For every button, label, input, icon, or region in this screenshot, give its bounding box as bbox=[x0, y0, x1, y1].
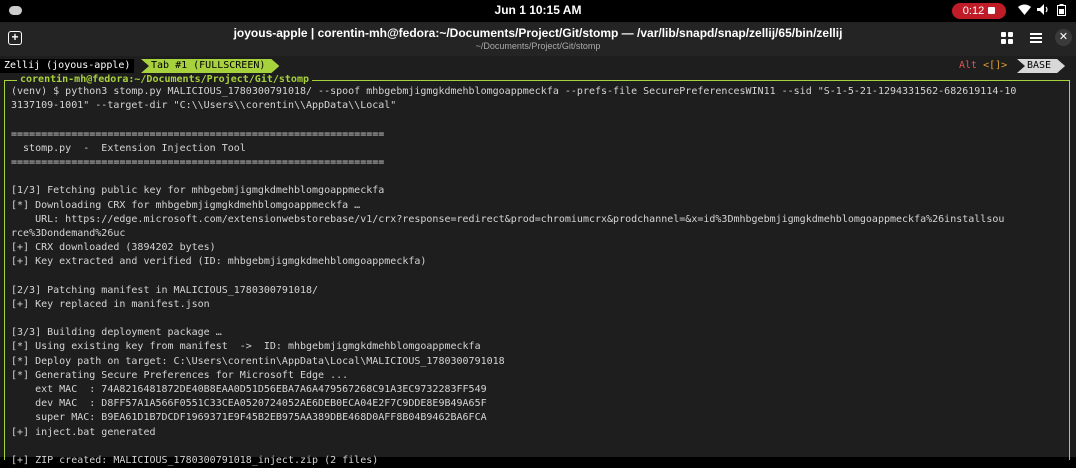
window-title: joyous-apple | corentin-mh@fedora:~/Docu… bbox=[233, 26, 843, 40]
terminal-line: [*] Deploy path on target: C:\Users\core… bbox=[11, 355, 505, 367]
tab-overview-icon[interactable] bbox=[1001, 32, 1013, 44]
system-top-bar: Jun 1 10:15 AM 0:12 bbox=[0, 0, 1076, 22]
zellij-mode-badge: BASE bbox=[1017, 59, 1065, 73]
stop-icon bbox=[988, 7, 996, 14]
window-header-bar: + joyous-apple | corentin-mh@fedora:~/Do… bbox=[0, 22, 1076, 56]
terminal-line: ========================================… bbox=[11, 128, 385, 140]
alt-label: Alt bbox=[959, 60, 984, 71]
clock[interactable]: Jun 1 10:15 AM bbox=[0, 3, 1076, 17]
terminal-output: (venv) $ python3 stomp.py MALICIOUS_1780… bbox=[11, 85, 1069, 468]
terminal-line: URL: https://edge.microsoft.com/extensio… bbox=[11, 213, 1005, 225]
terminal-line: [+] Key replaced in manifest.json bbox=[11, 298, 210, 310]
terminal-line: [3/3] Building deployment package … bbox=[11, 327, 222, 339]
terminal-line: [*] Generating Secure Preferences for Mi… bbox=[11, 369, 349, 381]
terminal-line: [+] CRX downloaded (3894202 bytes) bbox=[11, 242, 216, 254]
window-subtitle: ~/Documents/Project/Git/stomp bbox=[475, 41, 601, 51]
zellij-tab-bar: Zellij (joyous-apple) Tab #1 (FULLSCREEN… bbox=[0, 59, 1076, 73]
menu-icon[interactable] bbox=[1030, 32, 1042, 44]
terminal-line: ext MAC : 74A8216481872DE40B8EAA0D51D56E… bbox=[11, 383, 487, 395]
terminal-line: 3137109-1001" --target-dir "C:\\Users\\c… bbox=[11, 100, 397, 112]
terminal-line: ========================================… bbox=[11, 156, 385, 168]
terminal-pane[interactable]: corentin-mh@fedora:~/Documents/Project/G… bbox=[4, 73, 1070, 466]
zellij-tab-active[interactable]: Tab #1 (FULLSCREEN) bbox=[141, 59, 279, 73]
terminal[interactable]: Zellij (joyous-apple) Tab #1 (FULLSCREEN… bbox=[0, 56, 1076, 466]
terminal-line: [+] ZIP created: MALICIOUS_1780300791018… bbox=[11, 454, 379, 466]
battery-icon[interactable] bbox=[1057, 4, 1066, 19]
recording-time: 0:12 bbox=[962, 5, 985, 17]
terminal-line: [*] Using existing key from manifest -> … bbox=[11, 341, 481, 353]
zellij-session-name: Zellij (joyous-apple) bbox=[0, 59, 135, 73]
terminal-line: [*] Downloading CRX for mhbgebmjigmgkdme… bbox=[11, 199, 361, 211]
close-icon[interactable]: ✕ bbox=[1055, 29, 1072, 46]
terminal-line: [+] inject.bat generated bbox=[11, 426, 156, 438]
terminal-line: rce%3Dondemand%26uc bbox=[11, 227, 126, 239]
terminal-line: [1/3] Fetching public key for mhbgebmjig… bbox=[11, 185, 385, 197]
alt-keys: <[]> bbox=[983, 60, 1008, 71]
terminal-line: dev MAC : D8FF57A1A566F0551C33CEA0520724… bbox=[11, 398, 487, 410]
wifi-icon[interactable] bbox=[1018, 4, 1031, 18]
speaker-icon[interactable] bbox=[1037, 4, 1050, 18]
terminal-line: [2/3] Patching manifest in MALICIOUS_178… bbox=[11, 284, 319, 296]
terminal-line: [+] Key extracted and verified (ID: mhbg… bbox=[11, 256, 427, 268]
terminal-line: super MAC: B9EA61D1B7DCDF1969371E9F45B2E… bbox=[11, 412, 487, 424]
terminal-line: stomp.py - Extension Injection Tool bbox=[11, 142, 246, 154]
screen-recording-indicator[interactable]: 0:12 bbox=[952, 3, 1006, 19]
terminal-line: (venv) $ python3 stomp.py MALICIOUS_1780… bbox=[11, 86, 1017, 97]
zellij-alt-hint: Alt <[]> bbox=[959, 59, 1007, 73]
